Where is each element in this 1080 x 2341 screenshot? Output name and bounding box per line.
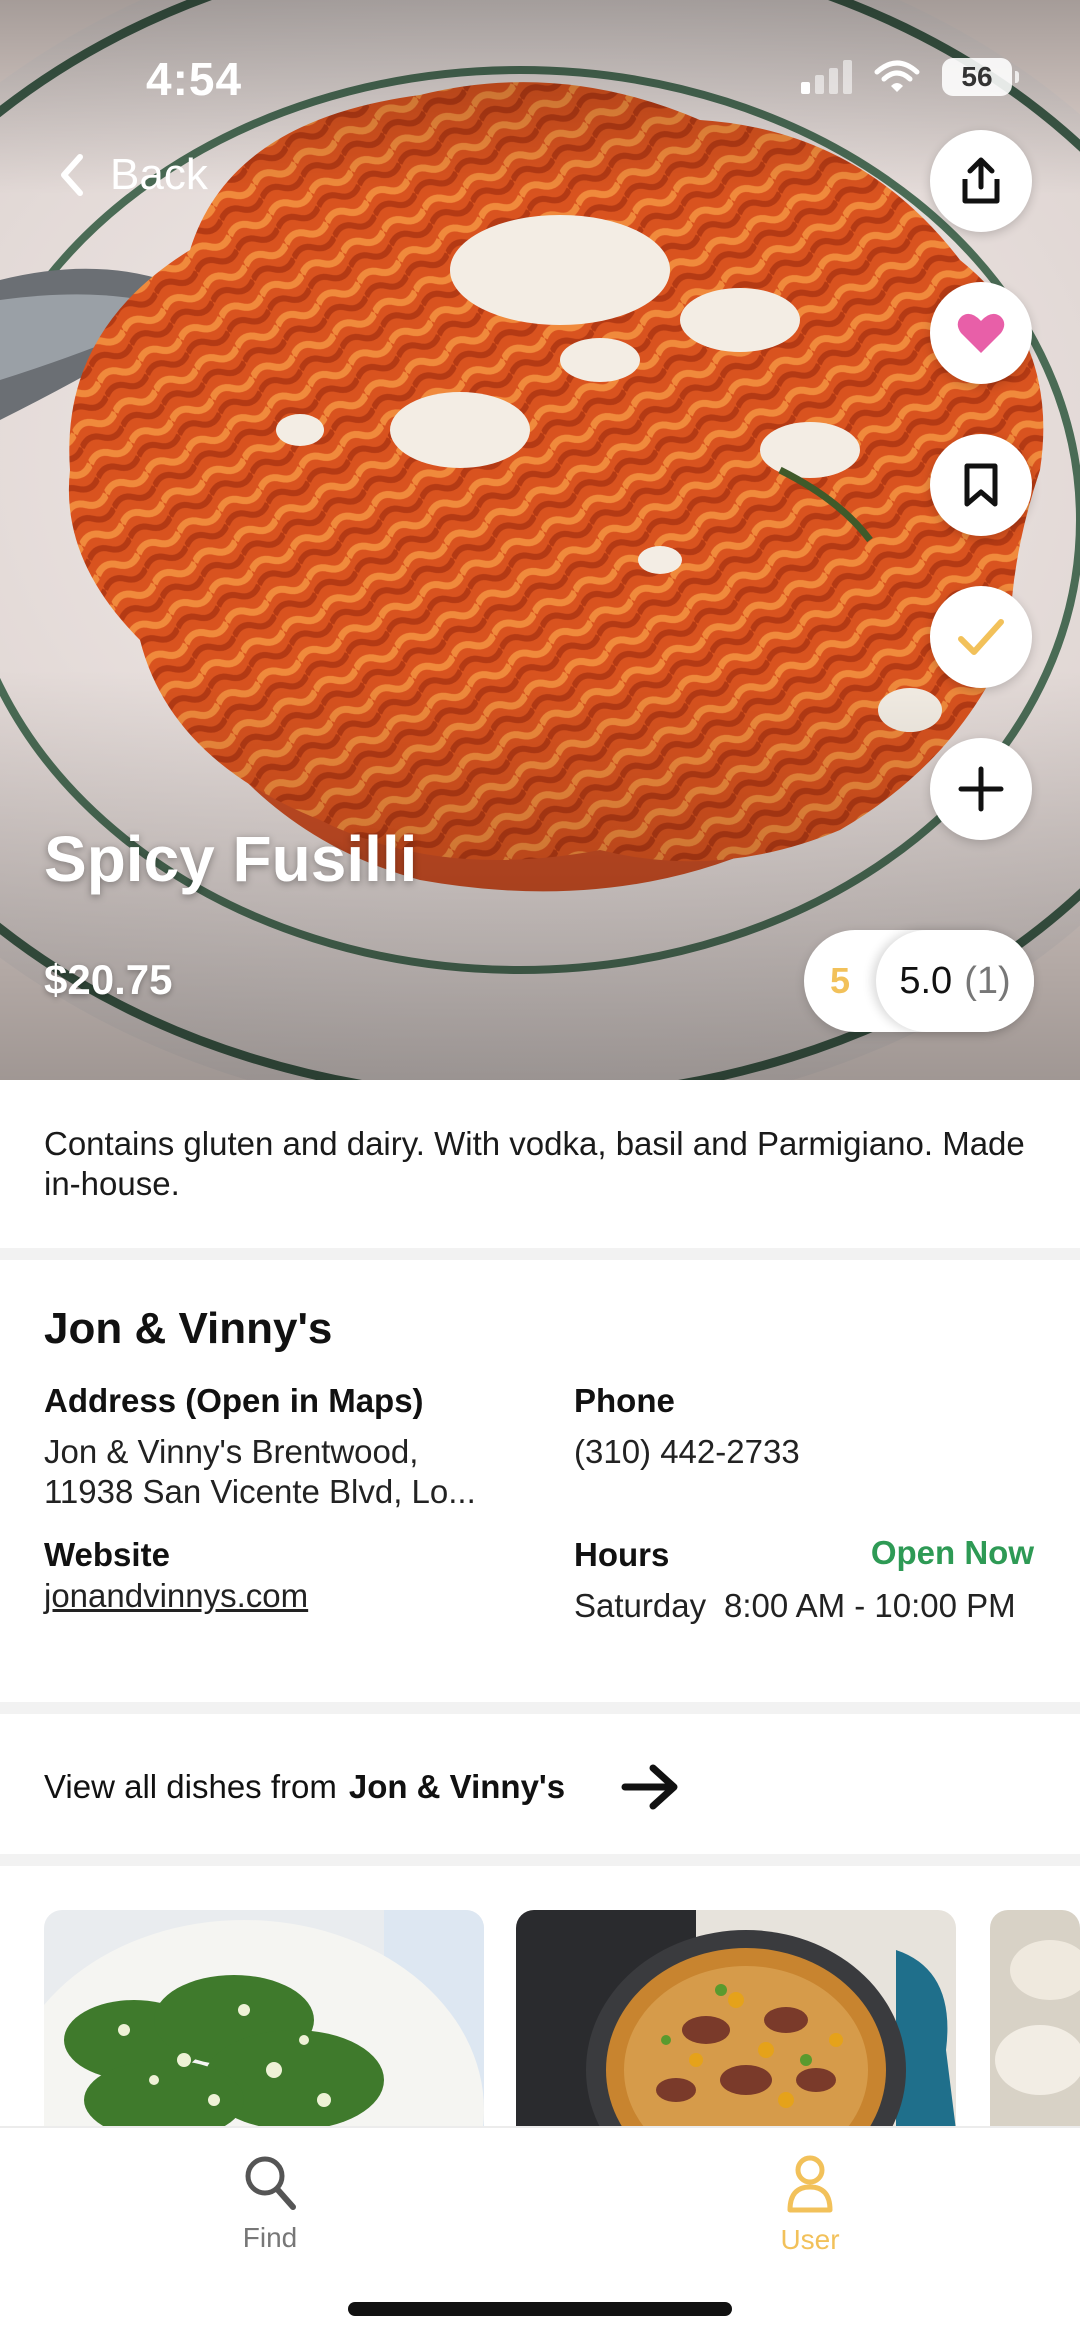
status-time: 4:54 xyxy=(146,53,243,105)
user-rating: 5 xyxy=(830,960,851,1001)
hours-day: Saturday xyxy=(574,1587,707,1624)
view-all-restaurant: Jon & Vinny's xyxy=(348,1768,566,1805)
battery-level: 56 xyxy=(961,61,993,92)
arrow-right-icon xyxy=(621,1764,678,1810)
hours-label: Hours xyxy=(574,1536,670,1573)
rating-pill[interactable]: 5 5.0 (1) xyxy=(804,930,1034,1032)
average-rating: 5.0 (1) xyxy=(876,930,1034,1032)
section-divider xyxy=(0,1854,1080,1866)
back-label: Back xyxy=(110,150,208,199)
section-divider xyxy=(0,1702,1080,1714)
tab-user-label: User xyxy=(780,2224,840,2255)
add-button[interactable] xyxy=(930,738,1032,840)
website-label: Website xyxy=(44,1536,170,1573)
view-all-dishes-link[interactable]: View all dishes from Jon & Vinny's xyxy=(44,1762,681,1812)
dish-card[interactable] xyxy=(990,1910,1080,2130)
address-line-2[interactable]: 11938 San Vicente Blvd, Lo... xyxy=(44,1472,476,1512)
phone-number[interactable]: (310) 442-2733 xyxy=(574,1432,800,1472)
check-icon xyxy=(958,619,1004,655)
bookmark-icon xyxy=(964,463,998,507)
dish-card[interactable] xyxy=(516,1910,956,2130)
bookmark-button[interactable] xyxy=(930,434,1032,536)
section-divider xyxy=(0,1248,1080,1260)
dish-title: Spicy Fusilli xyxy=(44,823,418,895)
home-indicator xyxy=(348,2302,732,2316)
battery-icon: 56 xyxy=(942,58,1019,96)
tab-find[interactable]: Find xyxy=(190,2154,350,2254)
salad-photo xyxy=(44,1910,484,2130)
share-button[interactable] xyxy=(930,130,1032,232)
rating-count: (1) xyxy=(964,959,1011,1002)
pizza-photo xyxy=(516,1910,956,2130)
favorite-button[interactable] xyxy=(930,282,1032,384)
search-icon xyxy=(245,2156,296,2210)
user-icon xyxy=(787,2155,833,2213)
address-label[interactable]: Address (Open in Maps) xyxy=(44,1382,424,1420)
chevron-left-icon xyxy=(61,154,83,196)
tab-find-label: Find xyxy=(242,2222,298,2253)
dish-price: $20.75 xyxy=(44,956,173,1003)
back-button[interactable]: Back xyxy=(58,150,208,200)
open-status: Open Now xyxy=(870,1534,1034,1571)
hours-time: 8:00 AM - 10:00 PM xyxy=(724,1587,1016,1624)
cellular-signal-icon xyxy=(801,60,852,94)
view-all-prefix: View all dishes from xyxy=(44,1768,337,1805)
dish-photo-partial xyxy=(990,1910,1080,2130)
dish-description: Contains gluten and dairy. With vodka, b… xyxy=(44,1125,1025,1202)
heart-icon xyxy=(957,313,1005,353)
status-icons: 56 xyxy=(801,58,1019,96)
phone-label: Phone xyxy=(574,1382,675,1419)
address-line-1[interactable]: Jon & Vinny's Brentwood, xyxy=(44,1432,418,1472)
dish-card[interactable] xyxy=(44,1910,484,2130)
website-link[interactable]: jonandvinnys.com xyxy=(44,1576,308,1616)
average-rating-value: 5.0 xyxy=(899,959,953,1002)
tried-button[interactable] xyxy=(930,586,1032,688)
share-icon xyxy=(962,157,1000,204)
wifi-icon xyxy=(874,60,920,92)
tab-user[interactable]: User xyxy=(730,2154,890,2256)
plus-icon xyxy=(958,766,1004,812)
restaurant-name: Jon & Vinny's xyxy=(44,1304,333,1353)
